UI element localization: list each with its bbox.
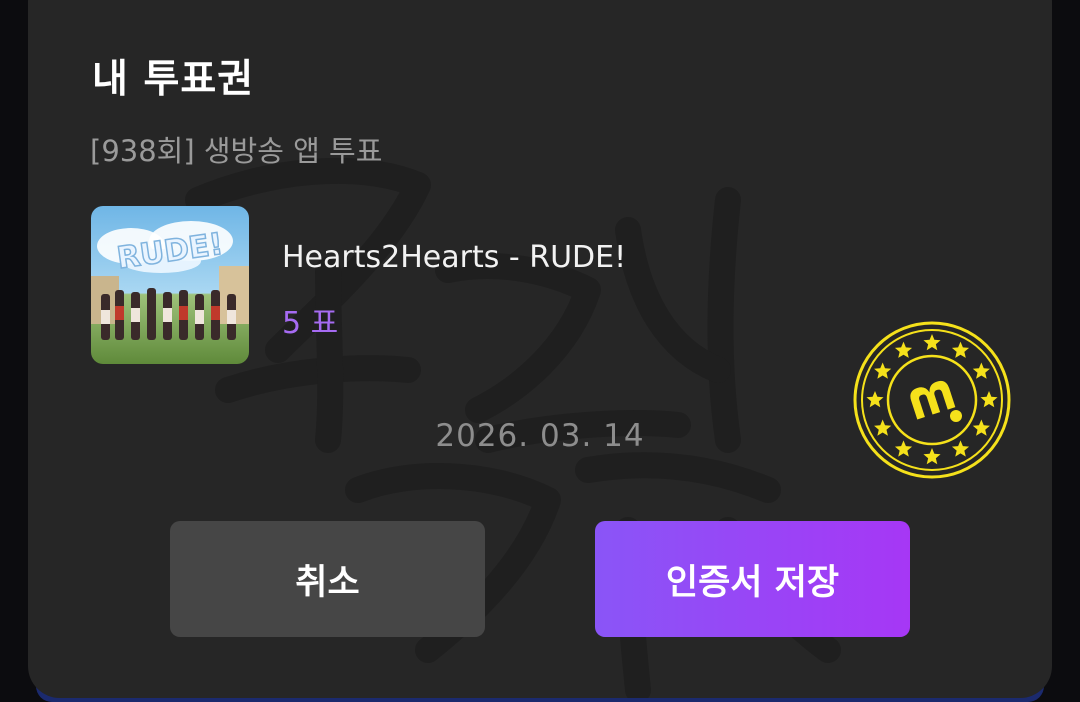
badge-star-icon bbox=[972, 362, 990, 379]
vote-ticket-dialog: 내 투표권 [938회] 생방송 앱 투표 RUDE! Hearts2Heart… bbox=[28, 0, 1052, 698]
save-certificate-button[interactable]: 인증서 저장 bbox=[595, 521, 910, 637]
badge-star-icon bbox=[923, 334, 941, 351]
album-art: RUDE! bbox=[91, 206, 249, 364]
vote-count: 5 표 bbox=[282, 306, 339, 341]
m-logo-stars-badge-icon bbox=[853, 321, 1011, 479]
song-title: Hearts2Hearts - RUDE! bbox=[282, 240, 627, 275]
vote-date: 2026. 03. 14 bbox=[435, 418, 645, 454]
dialog-subtitle: [938회] 생방송 앱 투표 bbox=[90, 134, 383, 168]
badge-star-icon bbox=[874, 362, 892, 379]
badge-star-icon bbox=[951, 341, 970, 358]
dialog-title: 내 투표권 bbox=[92, 57, 255, 102]
cancel-button[interactable]: 취소 bbox=[170, 521, 485, 637]
badge-star-icon bbox=[894, 341, 913, 358]
badge-star-icon bbox=[980, 391, 998, 408]
badge-star-icon bbox=[866, 391, 884, 408]
